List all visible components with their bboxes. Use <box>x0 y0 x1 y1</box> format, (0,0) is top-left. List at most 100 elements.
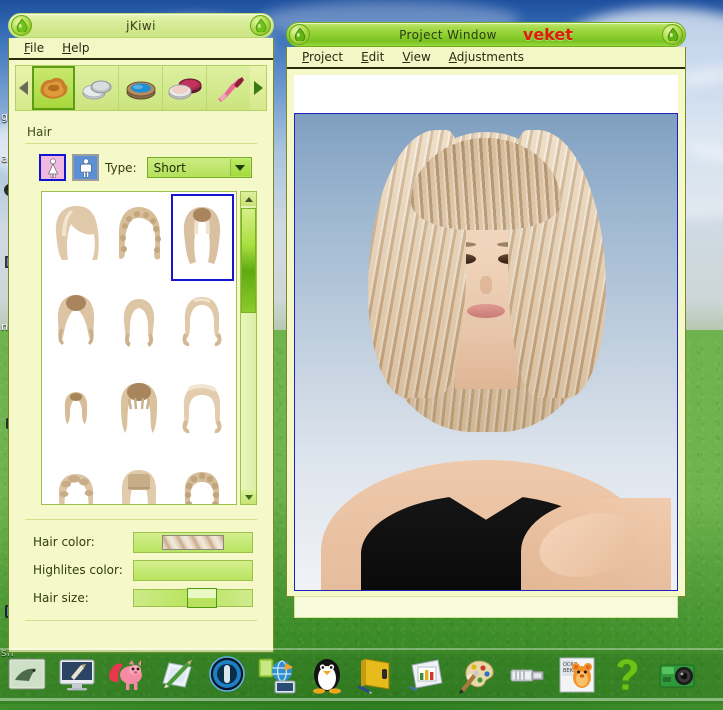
scroll-up-button[interactable] <box>241 192 256 206</box>
hairstyle-thumbnail[interactable] <box>107 194 170 281</box>
menu-file[interactable]: File <box>17 39 51 57</box>
hair-color-row: Hair color: <box>33 528 273 556</box>
menu-help[interactable]: Help <box>55 39 96 57</box>
hairstyle-thumbnail[interactable] <box>44 281 107 368</box>
gender-female-button[interactable] <box>39 154 66 181</box>
menu-project[interactable]: Project <box>295 48 350 66</box>
desktop-icon-label[interactable]: a <box>1 152 8 165</box>
monitor-pencil-icon <box>55 653 99 697</box>
project-title: Project Window <box>399 28 497 42</box>
scroll-down-button[interactable] <box>241 490 256 504</box>
water-drop-icon[interactable] <box>662 24 683 45</box>
menu-adjustments[interactable]: Adjustments <box>442 48 531 66</box>
lipstick-tool-button[interactable] <box>207 66 251 110</box>
hairstyle-thumbnail[interactable] <box>107 368 170 455</box>
water-drop-icon[interactable] <box>289 24 310 45</box>
taskbar-network-connect[interactable] <box>254 653 300 699</box>
eyeshadow-tool-button[interactable] <box>119 66 163 110</box>
project-menubar: Project Edit View Adjustments <box>287 47 685 69</box>
divider <box>25 620 257 621</box>
taskbar-help[interactable] <box>604 653 650 699</box>
blush-tool-button[interactable] <box>163 66 207 110</box>
pink-fox-icon <box>105 653 149 697</box>
hairstyle-thumbnail[interactable] <box>44 368 107 455</box>
male-figure-icon <box>78 158 94 178</box>
hair-size-slider-thumb[interactable] <box>187 588 217 608</box>
hairstyle-thumbnail[interactable] <box>44 194 107 281</box>
lips <box>467 304 505 318</box>
taskbar-web-browser[interactable] <box>104 653 150 699</box>
project-titlebar[interactable]: Project Window veket <box>286 22 686 47</box>
taskbar-chat-client[interactable]: ОСКВ ВЕКЦ <box>554 653 600 699</box>
hair-size-row: Hair size: <box>33 584 273 612</box>
hair-type-row: Type: Short <box>39 154 273 181</box>
hairstyle-thumbnail[interactable] <box>44 455 107 505</box>
hairstyle-thumbnail[interactable] <box>107 455 170 505</box>
hairstyle-gallery <box>41 191 257 505</box>
jkiwi-menubar: File Help <box>9 38 273 60</box>
hairstyle-thumbnail[interactable] <box>171 281 234 368</box>
gallery-scrollbar[interactable] <box>240 191 257 505</box>
jkiwi-body: File Help <box>8 38 274 653</box>
hairstyle-thumbnail[interactable] <box>171 368 234 455</box>
hairstyle-thumbnail[interactable] <box>171 455 234 505</box>
blue-ring-icon <box>205 653 249 697</box>
scrollbar-thumb[interactable] <box>241 208 256 313</box>
desktop-icon-label[interactable]: n <box>1 320 8 333</box>
hairstyle-thumbnail-selected[interactable] <box>171 194 234 281</box>
water-drop-icon[interactable] <box>250 15 271 36</box>
blush-compact-icon <box>166 73 202 103</box>
taskbar-usb-drive[interactable] <box>504 653 550 699</box>
jkiwi-title: jKiwi <box>126 19 156 33</box>
jkiwi-titlebar[interactable]: jKiwi <box>8 13 274 38</box>
foundation-tool-button[interactable] <box>75 66 119 110</box>
veket-brand: veket <box>523 25 573 44</box>
taskbar-media-player[interactable] <box>204 653 250 699</box>
taskbar-camera[interactable] <box>654 653 700 699</box>
hair-type-select[interactable]: Short <box>147 157 252 178</box>
taskbar-desktop-setup[interactable] <box>54 653 100 699</box>
taskbar-spreadsheet[interactable] <box>404 653 450 699</box>
hair-tool-button[interactable] <box>32 66 76 110</box>
portrait-photo[interactable] <box>294 113 678 591</box>
scrollbar-track[interactable] <box>241 206 256 490</box>
hair-icon <box>35 73 71 103</box>
hairstyle-thumbnail-list[interactable] <box>41 191 237 505</box>
nose <box>480 276 492 294</box>
divider <box>25 519 257 520</box>
project-window[interactable]: Project Window veket Project Edit View A… <box>286 22 686 597</box>
hairstyle-thumbnail[interactable] <box>107 281 170 368</box>
highlites-color-row: Highlites color: <box>33 556 273 584</box>
taskbar-address-book[interactable] <box>354 653 400 699</box>
taskbar-file-manager[interactable] <box>4 653 50 699</box>
hair-type-value: Short <box>148 161 186 175</box>
green-camera-icon <box>655 653 699 697</box>
makeup-toolbar <box>15 65 267 111</box>
project-statusbar <box>294 596 678 618</box>
powder-compact-icon <box>79 73 115 103</box>
chevron-down-icon[interactable] <box>230 159 250 176</box>
toolbar-prev-button[interactable] <box>16 66 32 110</box>
orange-bear-icon: ОСКВ ВЕКЦ <box>555 653 599 697</box>
water-drop-icon[interactable] <box>11 15 32 36</box>
jkiwi-window[interactable]: jKiwi File Help <box>8 13 274 653</box>
toolbar-next-button[interactable] <box>250 66 266 110</box>
palette-brush-icon <box>455 653 499 697</box>
menu-view[interactable]: View <box>395 48 437 66</box>
taskbar-text-editor[interactable] <box>154 653 200 699</box>
hair-type-label: Type: <box>105 161 137 175</box>
menu-file-label: ile <box>30 41 44 55</box>
gender-male-button[interactable] <box>72 154 99 181</box>
menu-edit[interactable]: Edit <box>354 48 391 66</box>
network-globe-icon <box>255 653 299 697</box>
project-canvas[interactable] <box>294 75 678 591</box>
blue-eyeshadow-icon <box>123 73 159 103</box>
taskbar-terminal[interactable] <box>304 653 350 699</box>
hair-color-swatch-button[interactable] <box>133 532 253 553</box>
desktop-icon-label[interactable]: g <box>1 110 8 123</box>
highlites-color-swatch-button[interactable] <box>133 560 253 581</box>
divider <box>25 143 257 144</box>
hair-size-slider[interactable] <box>133 589 253 607</box>
hair-color-label: Hair color: <box>33 535 133 549</box>
taskbar-paint-program[interactable] <box>454 653 500 699</box>
